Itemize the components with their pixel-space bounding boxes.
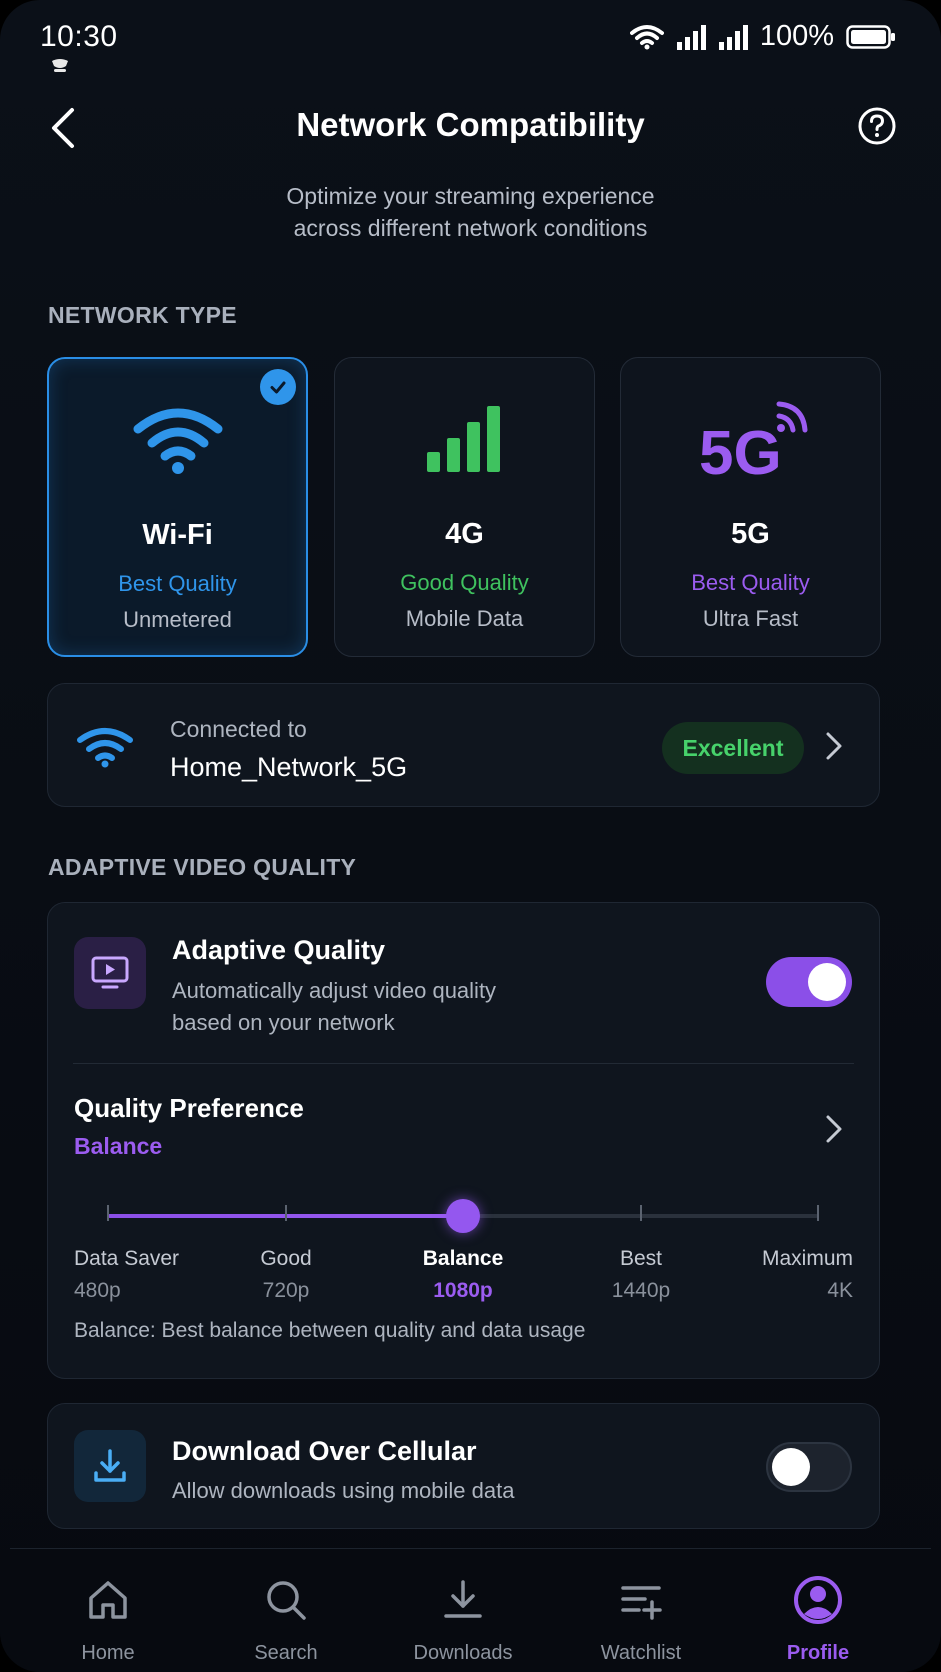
- download-cellular-title: Download Over Cellular: [172, 1436, 477, 1466]
- slider-tick: [817, 1205, 819, 1221]
- home-icon: [89, 1581, 127, 1619]
- wifi-icon: [133, 408, 222, 474]
- help-icon[interactable]: [857, 106, 897, 146]
- download-icon: [74, 1430, 146, 1502]
- download-cellular-card: Download Over Cellular Allow downloads u…: [47, 1403, 880, 1529]
- nav-divider: [10, 1548, 931, 1549]
- watchlist-icon: [621, 1586, 662, 1620]
- slider-tick: [640, 1205, 642, 1221]
- divider: [73, 1063, 854, 1064]
- slider-tick: [107, 1205, 109, 1221]
- adaptive-quality-desc: Automatically adjust video quality based…: [172, 978, 497, 1035]
- network-quality: Good Quality: [400, 570, 529, 595]
- network-sub: Unmetered: [123, 607, 232, 632]
- status-icons: 100%: [629, 20, 896, 53]
- slider-stop-maximum[interactable]: Maximum 4K: [762, 1247, 853, 1303]
- download-cellular-desc: Allow downloads using mobile data: [172, 1478, 515, 1503]
- section-adaptive-video-quality: ADAPTIVE VIDEO QUALITY: [48, 854, 357, 880]
- search-icon: [267, 1581, 306, 1620]
- adaptive-quality-card: Adaptive Quality Automatically adjust vi…: [47, 902, 880, 1379]
- network-name: 4G: [445, 518, 484, 550]
- play-screen-icon: [74, 937, 146, 1009]
- connected-network-name: Home_Network_5G: [170, 752, 408, 782]
- nav-search[interactable]: Search: [206, 1570, 366, 1665]
- battery-icon: [846, 24, 895, 49]
- slider-stop-good[interactable]: Good 720p: [226, 1247, 346, 1303]
- 5g-icon-label: 5G: [699, 419, 782, 484]
- quality-preference-title: Quality Preference: [74, 1093, 304, 1123]
- network-quality: Best Quality: [118, 571, 237, 596]
- nav-downloads[interactable]: Downloads: [383, 1570, 543, 1665]
- quality-preference-value: Balance: [74, 1133, 163, 1159]
- network-card-4g[interactable]: 4G Good Quality Mobile Data: [334, 357, 595, 657]
- network-name: Wi-Fi: [142, 519, 213, 551]
- connection-status-badge: Excellent: [662, 722, 804, 774]
- connected-network-row[interactable]: Connected to Home_Network_5G Excellent: [47, 683, 880, 807]
- nav-watchlist[interactable]: Watchlist: [561, 1570, 721, 1665]
- wifi-status-icon: [629, 24, 664, 49]
- slider-stop-balance[interactable]: Balance 1080p: [403, 1247, 523, 1303]
- nav-profile[interactable]: Profile: [738, 1570, 898, 1665]
- slider-tick: [285, 1205, 287, 1221]
- wifi-connected-icon: [77, 728, 133, 768]
- app-screen: 10:30 100% Network Compatibility Optimiz…: [0, 0, 941, 1672]
- network-name: 5G: [731, 518, 770, 550]
- download-icon: [444, 1580, 482, 1618]
- bottom-nav: Home Search Downloads Watchlist Profile: [0, 1550, 941, 1672]
- connected-label: Connected to: [170, 716, 307, 742]
- section-network-type: NETWORK TYPE: [48, 302, 237, 328]
- battery-percent: 100%: [759, 20, 834, 52]
- status-time: 10:30: [40, 20, 118, 53]
- toggle-knob: [808, 963, 846, 1001]
- network-card-wifi[interactable]: Wi-Fi Best Quality Unmetered: [47, 357, 308, 657]
- chevron-right-icon[interactable]: [824, 1113, 844, 1145]
- chevron-right-icon: [826, 732, 842, 760]
- slider-stop-data-saver[interactable]: Data Saver 480p: [74, 1247, 179, 1303]
- network-card-5g[interactable]: 5G 5G Best Quality Ultra Fast: [620, 357, 881, 657]
- page-subtitle: Optimize your streaming experience acros…: [286, 183, 655, 241]
- adaptive-quality-title: Adaptive Quality: [172, 935, 386, 965]
- quality-note: Balance: Best balance between quality an…: [74, 1319, 586, 1342]
- status-bar: 10:30 100%: [0, 0, 941, 80]
- shield-mini-icon: [52, 59, 68, 72]
- network-quality: Best Quality: [691, 570, 810, 595]
- nav-home[interactable]: Home: [28, 1570, 188, 1665]
- network-sub: Ultra Fast: [702, 606, 799, 631]
- page-title: Network Compatibility: [296, 106, 645, 143]
- download-cellular-toggle[interactable]: [766, 1442, 852, 1492]
- profile-icon: [794, 1576, 842, 1624]
- toggle-knob: [772, 1448, 810, 1486]
- slider-stop-best[interactable]: Best 1440p: [581, 1247, 701, 1303]
- quality-slider-thumb[interactable]: [446, 1199, 480, 1233]
- network-sub: Mobile Data: [405, 606, 524, 631]
- signal-status-icon-2: [718, 24, 748, 50]
- 5g-icon: 5G: [699, 401, 807, 484]
- signal-bars-icon: [426, 406, 500, 472]
- adaptive-quality-toggle[interactable]: [766, 957, 852, 1007]
- signal-status-icon: [676, 24, 706, 50]
